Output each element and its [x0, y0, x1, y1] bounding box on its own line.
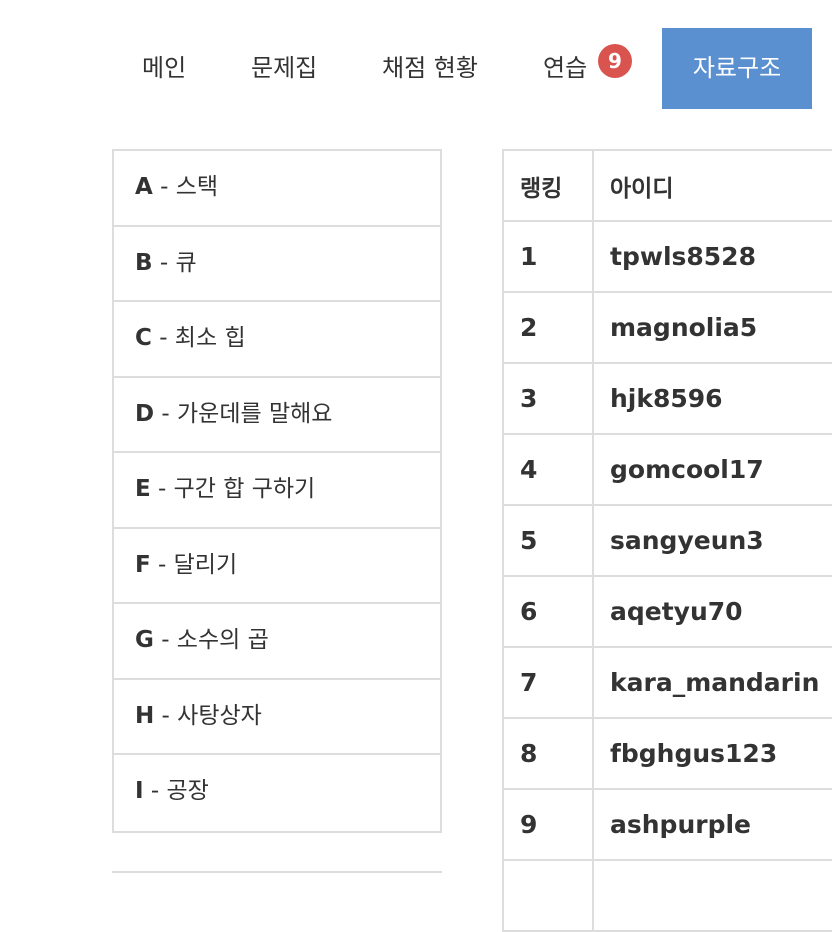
problem-title: - 사탕상자	[154, 702, 262, 729]
problem-title: - 구간 합 구하기	[150, 476, 316, 502]
table-row: 6 aqetyu70	[502, 575, 832, 648]
table-row	[502, 859, 832, 932]
problem-title: - 달리기	[150, 551, 238, 578]
problem-letter: H	[135, 702, 155, 729]
problem-letter: E	[135, 476, 151, 502]
nav-problemset-link[interactable]: 문제집	[251, 44, 317, 92]
user-id-cell[interactable]: gomcool17	[592, 433, 832, 506]
problem-item-h[interactable]: H - 사탕상자	[114, 680, 440, 755]
problem-title: - 최소 힙	[151, 325, 246, 351]
problem-letter: I	[135, 778, 144, 804]
problem-letter: D	[135, 400, 155, 427]
problem-letter: G	[135, 627, 154, 653]
nav-practice-link[interactable]: 연습	[543, 44, 587, 92]
user-id-cell[interactable]: aqetyu70	[592, 575, 832, 648]
user-id-cell[interactable]: fbghgus123	[592, 717, 832, 790]
table-row: 3 hjk8596	[502, 362, 832, 435]
rank-cell: 9	[502, 788, 594, 861]
user-id-cell[interactable]: kara_mandarin	[592, 646, 832, 719]
nav-main-link[interactable]: 메인	[142, 44, 186, 92]
rank-cell: 5	[502, 504, 594, 577]
user-id-cell[interactable]: magnolia5	[592, 291, 832, 364]
table-row: 7 kara_mandarin	[502, 646, 832, 719]
problem-title: - 소수의 곱	[153, 627, 269, 653]
rank-cell: 8	[502, 717, 594, 790]
problem-list: A - 스택 B - 큐 C - 최소 힙 D - 가운데를 말해요 E - 구…	[112, 149, 442, 833]
problem-item-e[interactable]: E - 구간 합 구하기	[114, 453, 440, 529]
table-row: 1 tpwls8528	[502, 220, 832, 293]
table-row: 4 gomcool17	[502, 433, 832, 506]
table-row: 5 sangyeun3	[502, 504, 832, 577]
rank-cell: 4	[502, 433, 594, 506]
nav-judge-status-link[interactable]: 채점 현황	[382, 44, 478, 92]
problem-title: - 큐	[152, 249, 197, 276]
practice-count-badge: 9	[598, 44, 632, 78]
problem-title: - 가운데를 말해요	[154, 400, 333, 427]
table-row: 9 ashpurple	[502, 788, 832, 861]
rank-cell: 7	[502, 646, 594, 719]
problem-item-i[interactable]: I - 공장	[114, 755, 440, 831]
rank-cell: 6	[502, 575, 594, 648]
rank-cell: 3	[502, 362, 594, 435]
problem-item-c[interactable]: C - 최소 힙	[114, 302, 440, 378]
secondary-panel	[112, 871, 442, 891]
rank-column-header: 랭킹	[502, 149, 594, 222]
rank-cell: 2	[502, 291, 594, 364]
problem-item-a[interactable]: A - 스택	[114, 151, 440, 227]
top-nav: 메인 문제집 채점 현황 연습 9 자료구조	[0, 0, 832, 110]
rank-cell: 1	[502, 220, 594, 293]
problem-item-d[interactable]: D - 가운데를 말해요	[114, 378, 440, 453]
problem-item-b[interactable]: B - 큐	[114, 227, 440, 302]
problem-letter: B	[135, 249, 153, 276]
user-id-cell[interactable]: tpwls8528	[592, 220, 832, 293]
user-id-cell[interactable]	[592, 859, 832, 932]
user-id-cell[interactable]: sangyeun3	[592, 504, 832, 577]
id-column-header: 아이디	[592, 149, 832, 222]
problem-title: - 스택	[152, 174, 219, 200]
problem-item-f[interactable]: F - 달리기	[114, 529, 440, 604]
problem-title: - 공장	[143, 778, 209, 804]
problem-letter: A	[135, 174, 153, 200]
problem-item-g[interactable]: G - 소수의 곱	[114, 604, 440, 680]
user-id-cell[interactable]: hjk8596	[592, 362, 832, 435]
problem-letter: F	[135, 551, 151, 578]
table-row: 8 fbghgus123	[502, 717, 832, 790]
table-row: 2 magnolia5	[502, 291, 832, 364]
ranking-table: 랭킹 아이디 1 tpwls8528 2 magnolia5 3 hjk8596 4g…	[502, 149, 832, 932]
nav-data-structure-link[interactable]: 자료구조	[662, 28, 812, 109]
user-id-cell[interactable]: ashpurple	[592, 788, 832, 861]
problem-letter: C	[135, 325, 152, 351]
table-header-row: 랭킹 아이디	[502, 149, 832, 222]
rank-cell	[502, 859, 594, 932]
